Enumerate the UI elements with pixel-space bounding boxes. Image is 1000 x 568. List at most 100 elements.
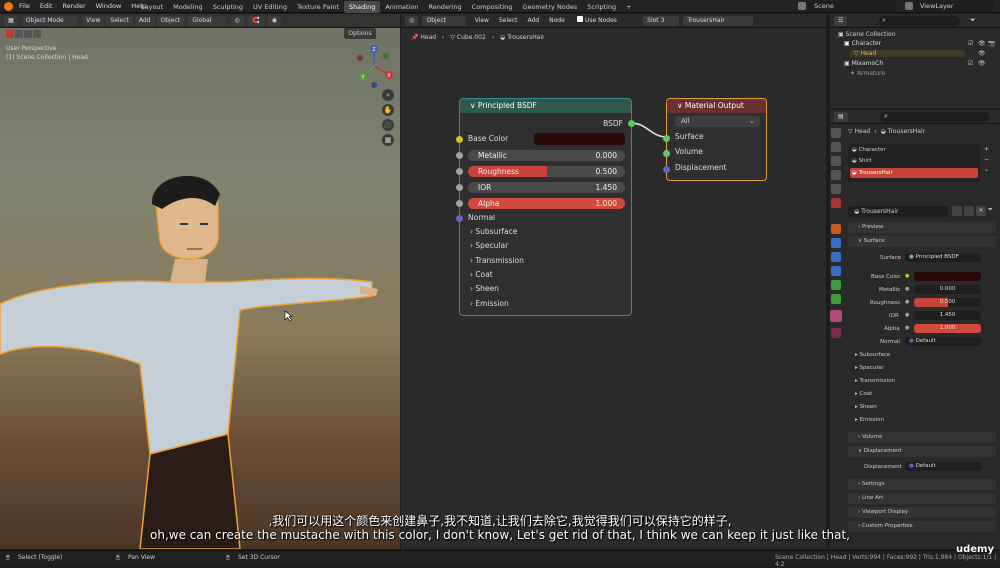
pan-hand-icon[interactable]: ✋ [382,104,394,116]
displacement-panel-header[interactable]: ∨ Displacement [848,446,996,457]
panel-coat[interactable]: › Coat [470,270,493,279]
preview-panel-header[interactable]: › Preview [848,222,996,233]
menu-render[interactable]: Render [57,0,90,13]
tab-texture-paint[interactable]: Texture Paint [292,1,344,13]
ior-field[interactable]: IOR 1.450 [468,182,625,193]
collapse-chevron-icon[interactable]: ∨ [470,101,478,110]
gizmo-neg-y-icon[interactable] [383,53,389,59]
particles-tab-icon[interactable] [831,252,841,262]
navigation-gizmo[interactable]: Z X Y [352,42,396,92]
blender-logo-icon[interactable] [4,2,13,11]
proportional-icon[interactable]: ◉ [267,16,281,26]
output-tab-icon[interactable] [831,156,841,166]
alpha-field[interactable]: Alpha 1.000 [468,198,625,209]
use-nodes-checkbox[interactable]: Use Nodes [573,16,621,26]
mode-dropdown[interactable]: Object Mode [21,16,78,26]
constraints-tab-icon[interactable] [831,294,841,304]
gizmo-neg-x-icon[interactable] [357,55,363,61]
material-tab-icon[interactable] [830,310,842,322]
panel-subsurface[interactable]: › Subsurface [470,227,517,236]
node-editor-type-icon[interactable]: ◎ [405,16,419,26]
zoom-icon[interactable]: ⌕ [382,89,394,101]
panel-specular[interactable]: › Specular [470,241,508,250]
modifier-tab-icon[interactable] [831,238,841,248]
surface-panel-header[interactable]: ∨ Surface [848,236,996,247]
panel-sheen[interactable]: › Sheen [470,284,499,293]
outliner-search-input[interactable]: ⌕ [878,16,960,26]
physics-tab-icon[interactable] [831,266,841,276]
principled-bsdf-node[interactable]: ∨ Principled BSDF BSDF Base Color Metall… [456,98,635,316]
prop-base-color-swatch[interactable] [914,272,981,281]
prop-subpanel-transmission[interactable]: ▸ Transmission [855,378,895,384]
character-model[interactable] [0,164,400,549]
select-subtract-icon[interactable] [24,30,32,38]
tab-uv-editing[interactable]: UV Editing [248,1,292,13]
surface-socket[interactable] [663,135,670,142]
tool-tab-icon[interactable] [831,128,841,138]
object-tab-icon[interactable] [831,224,841,234]
node-menu-node[interactable]: Node [545,16,569,26]
pivot-icon[interactable]: ◎ [230,16,244,26]
world-tab-icon[interactable] [831,198,841,208]
select-mode-icon[interactable] [6,30,14,38]
tab-animation[interactable]: Animation [380,1,423,13]
collapse-chevron-icon[interactable]: ∨ [677,101,685,110]
displacement-field[interactable]: ● Default [905,462,981,471]
object-data-tab-icon[interactable] [831,280,841,290]
unlink-icon[interactable]: ✕ [976,206,986,216]
transform-orientation[interactable]: Global [188,16,227,26]
material-datablock-field[interactable]: ◒ TrousersHair [848,206,948,217]
prop-subpanel-specular[interactable]: ▸ Specular [855,365,884,371]
prop-subpanel-emission[interactable]: ▸ Emission [855,417,884,423]
properties-type-icon[interactable]: ▤ [834,112,848,122]
metallic-field[interactable]: Metallic 0.000 [468,150,625,161]
node-menu-select[interactable]: Select [495,16,522,26]
prop-metallic-field[interactable]: 0.000 [914,285,981,294]
metallic-socket[interactable] [456,152,463,159]
panel-emission[interactable]: › Emission [470,299,509,308]
line-art-panel-header[interactable]: › Line Art [848,493,996,504]
prop-subpanel-subsurface[interactable]: ▸ Subsurface [855,352,890,358]
scene-selector[interactable]: Scene [808,1,896,12]
socket-icon[interactable]: ● [905,273,909,279]
prop-roughness-field[interactable]: 0.500 [914,298,981,307]
socket-icon[interactable]: ● [905,325,909,331]
material-slot-shirt[interactable]: ◒ Shirt [852,158,872,164]
snap-icon[interactable]: 🧲 [248,16,264,26]
outliner-root[interactable]: ▣ Scene Collection [838,31,895,38]
outliner[interactable]: ☰ ⌕ ⏷ ▣ Scene Collection ▣ Character ▽ H… [830,14,1000,108]
prop-alpha-field[interactable]: 1.000 [914,324,981,333]
viewlayer-selector[interactable]: ViewLayer [914,1,994,12]
roughness-field[interactable]: Roughness 0.500 [468,166,625,177]
remove-slot-button[interactable]: − [984,156,989,163]
prop-normal-field[interactable]: ● Default [905,337,981,346]
normal-socket[interactable] [456,215,463,222]
duplicate-material-icon[interactable] [964,206,974,216]
slot-menu-chevron-icon[interactable]: ⌄ [984,166,989,173]
menu-edit[interactable]: Edit [35,0,58,13]
render-tab-icon[interactable] [831,142,841,152]
checkbox-checked-icon[interactable]: ☑ [968,40,973,47]
tab-modeling[interactable]: Modeling [168,1,208,13]
properties-search-input[interactable]: ⌕ [880,112,990,122]
checkbox-checked-icon[interactable]: ☑ [968,60,973,67]
tab-rendering[interactable]: Rendering [423,1,466,13]
socket-icon[interactable]: ● [905,299,909,305]
viewport-menu-add[interactable]: Add [134,16,155,26]
gizmo-neg-z-icon[interactable] [371,82,377,88]
socket-icon[interactable]: ● [905,312,909,318]
outliner-type-icon[interactable]: ☰ [834,16,848,26]
viewport-menu-select[interactable]: Select [106,16,133,26]
ortho-grid-icon[interactable]: ▦ [382,134,394,146]
bsdf-node-header[interactable]: ∨ Principled BSDF [460,99,631,113]
eye-icon[interactable]: 👁 [978,40,986,47]
material-output-node[interactable]: ∨ Material Output All ⌄ Surface Volume Di… [663,98,767,181]
output-target-dropdown[interactable]: All ⌄ [675,116,760,127]
prop-ior-field[interactable]: 1.450 [914,311,981,320]
volume-panel-header[interactable]: › Volume [848,432,996,443]
node-menu-add[interactable]: Add [523,16,543,26]
roughness-socket[interactable] [456,168,463,175]
shader-type-dropdown[interactable]: Object [422,16,467,26]
prop-subpanel-coat[interactable]: ▸ Coat [855,391,872,397]
camera-icon[interactable]: 📷 [988,40,995,47]
